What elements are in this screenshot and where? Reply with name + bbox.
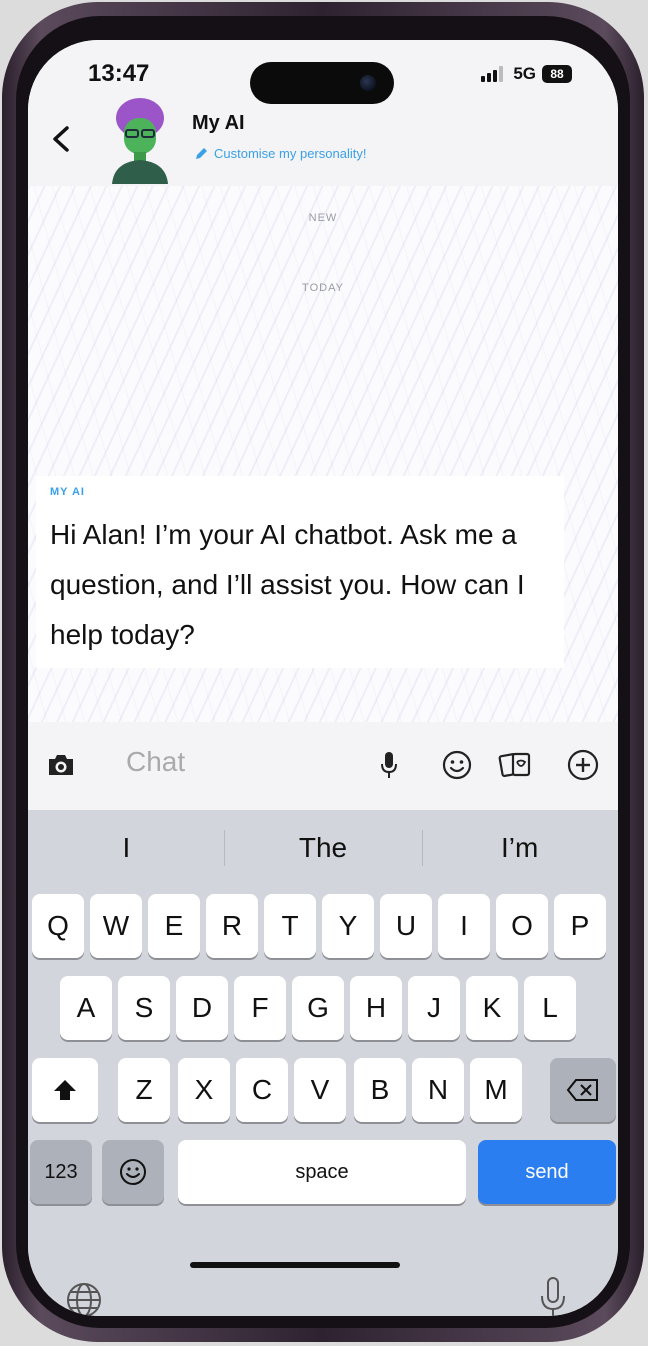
key-m[interactable]: M [470, 1058, 522, 1122]
key-v[interactable]: V [294, 1058, 346, 1122]
emoji-icon[interactable] [440, 748, 474, 782]
key-i[interactable]: I [438, 894, 490, 958]
status-indicators: 5G 88 [481, 64, 572, 84]
dynamic-island [250, 62, 394, 104]
suggestion-im[interactable]: I’m [421, 810, 618, 886]
input-bar: Chat [28, 722, 618, 810]
key-w[interactable]: W [90, 894, 142, 958]
key-d[interactable]: D [176, 976, 228, 1040]
key-j[interactable]: J [408, 976, 460, 1040]
pencil-icon [196, 147, 207, 159]
key-y[interactable]: Y [322, 894, 374, 958]
key-a[interactable]: A [60, 976, 112, 1040]
key-p[interactable]: P [554, 894, 606, 958]
key-t[interactable]: T [264, 894, 316, 958]
chat-title: My AI [192, 112, 245, 134]
signal-icon [481, 66, 504, 82]
camera-icon[interactable] [44, 748, 78, 782]
suggestion-the[interactable]: The [225, 810, 422, 886]
space-key[interactable]: space [178, 1140, 466, 1204]
key-n[interactable]: N [412, 1058, 464, 1122]
key-x[interactable]: X [178, 1058, 230, 1122]
emoji-key[interactable] [102, 1140, 164, 1204]
screen: 13:47 5G 88 My AI Customise my personali… [28, 40, 618, 1316]
key-u[interactable]: U [380, 894, 432, 958]
avatar[interactable] [108, 96, 172, 184]
new-label: NEW [308, 212, 338, 224]
chat-header: 13:47 5G 88 My AI Customise my personali… [28, 40, 618, 186]
back-icon[interactable] [50, 124, 72, 154]
key-s[interactable]: S [118, 976, 170, 1040]
suggestion-bar: I The I’m [28, 810, 618, 886]
network-type: 5G [513, 64, 536, 83]
suggestion-i[interactable]: I [28, 810, 225, 886]
dictation-mic-icon[interactable] [538, 1276, 568, 1316]
globe-icon[interactable] [64, 1280, 104, 1316]
key-h[interactable]: H [350, 976, 402, 1040]
suggestion-divider [422, 830, 423, 866]
backspace-key[interactable] [550, 1058, 616, 1122]
plus-icon[interactable] [566, 748, 600, 782]
key-k[interactable]: K [466, 976, 518, 1040]
chat-area: NEW TODAY MY AI Hi Alan! I’m your AI cha… [28, 186, 618, 722]
key-q[interactable]: Q [32, 894, 84, 958]
key-b[interactable]: B [354, 1058, 406, 1122]
emoji-key-icon [120, 1159, 146, 1185]
key-e[interactable]: E [148, 894, 200, 958]
chat-input[interactable]: Chat [126, 746, 185, 778]
home-indicator[interactable] [190, 1262, 400, 1268]
stickers-icon[interactable] [498, 748, 532, 782]
key-o[interactable]: O [496, 894, 548, 958]
keyboard: I The I’m Q W E R T Y U I O P A S D F G … [28, 810, 618, 1316]
subtitle-text: Customise my personality! [214, 146, 367, 161]
key-r[interactable]: R [206, 894, 258, 958]
suggestion-divider [224, 830, 225, 866]
numbers-key[interactable]: 123 [30, 1140, 92, 1204]
message-sender: MY AI [50, 486, 85, 498]
send-key[interactable]: send [478, 1140, 616, 1204]
today-label: TODAY [302, 282, 344, 294]
backspace-icon [566, 1079, 598, 1101]
key-l[interactable]: L [524, 976, 576, 1040]
shift-key[interactable] [32, 1058, 98, 1122]
status-time: 13:47 [88, 60, 150, 87]
battery-icon: 88 [542, 65, 572, 83]
key-f[interactable]: F [234, 976, 286, 1040]
microphone-icon[interactable] [372, 748, 406, 782]
key-g[interactable]: G [292, 976, 344, 1040]
key-c[interactable]: C [236, 1058, 288, 1122]
shift-icon [54, 1080, 76, 1100]
customise-personality-link[interactable]: Customise my personality! [194, 146, 366, 161]
message-bubble: MY AI Hi Alan! I’m your AI chatbot. Ask … [36, 476, 564, 668]
key-z[interactable]: Z [118, 1058, 170, 1122]
message-text: Hi Alan! I’m your AI chatbot. Ask me a q… [50, 519, 525, 650]
